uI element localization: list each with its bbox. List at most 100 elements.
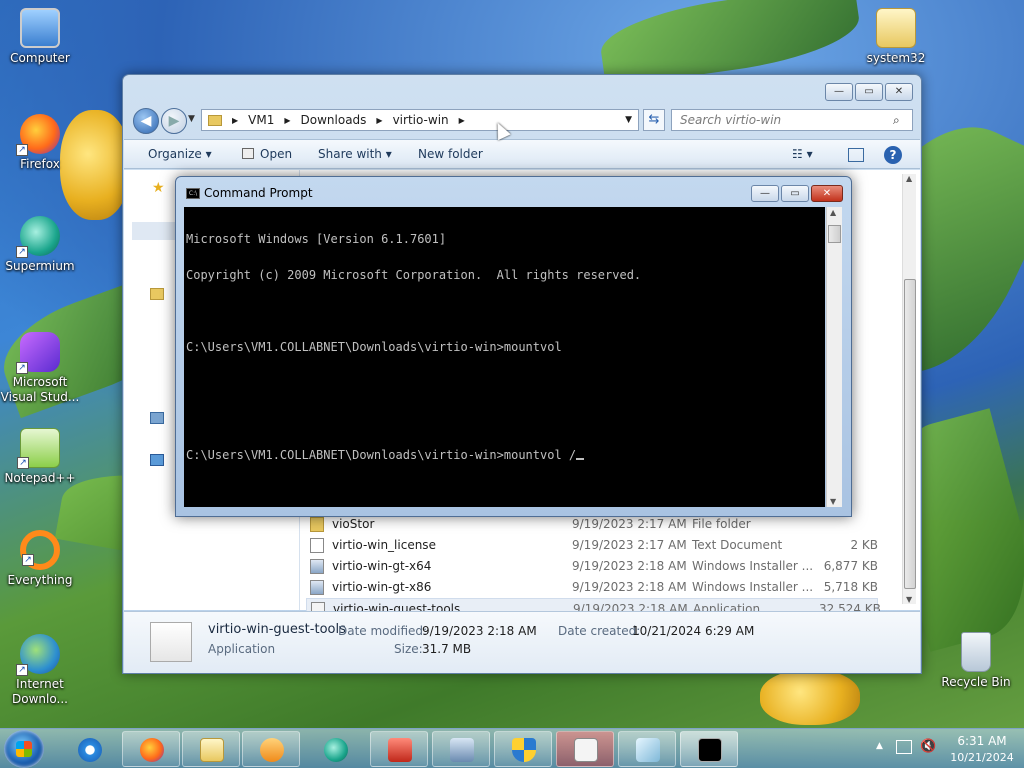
file-row[interactable]: virtio-win_license 9/19/2023 2:17 AM Tex…: [306, 535, 878, 556]
breadcrumb-separator-icon[interactable]: ▶: [232, 116, 238, 125]
network-icon[interactable]: [150, 454, 164, 466]
taskbar-network-app[interactable]: [432, 731, 490, 767]
breadcrumb-separator-icon[interactable]: ▶: [284, 116, 290, 125]
minimize-button[interactable]: —: [825, 83, 853, 101]
console-scrollbar[interactable]: ▲ ▼: [826, 207, 842, 507]
start-button[interactable]: [4, 730, 44, 768]
computer-icon[interactable]: [150, 412, 164, 424]
back-button[interactable]: ◀: [133, 108, 159, 134]
desktop-icon-label: Internet Downlo...: [12, 677, 68, 706]
recent-pages-dropdown[interactable]: ▼: [188, 114, 195, 124]
file-row[interactable]: virtio-win-gt-x86 9/19/2023 2:18 AM Wind…: [306, 577, 878, 598]
desktop-icon-supermium[interactable]: ↗ Supermium: [0, 216, 80, 274]
console-line: Microsoft Windows [Version 6.1.7601]: [186, 232, 447, 246]
taskbar-supermium[interactable]: [306, 731, 364, 767]
text-cursor: [576, 458, 585, 460]
breadcrumb-item[interactable]: Downloads: [301, 113, 367, 127]
taskbar-security-app[interactable]: [494, 731, 552, 767]
close-button[interactable]: ✕: [885, 83, 913, 101]
preview-pane-icon[interactable]: [848, 148, 864, 162]
network-computer-icon: [450, 738, 474, 762]
scrollbar-thumb[interactable]: [904, 279, 916, 589]
maximize-button[interactable]: ▭: [781, 185, 809, 202]
clock-date[interactable]: 10/21/2024: [944, 751, 1020, 764]
taskbar-guest-tools[interactable]: [556, 731, 614, 767]
scroll-down-icon[interactable]: ▼: [830, 497, 836, 506]
file-type: Text Document: [692, 538, 783, 552]
help-icon[interactable]: ?: [884, 146, 902, 164]
details-file-type: Application: [208, 642, 276, 656]
desktop-icon-internet-download-manager[interactable]: ↗ Internet Downlo...: [0, 634, 80, 707]
address-bar[interactable]: ▶ VM1 ▶ Downloads ▶ virtio-win ▶ ▼: [201, 109, 639, 131]
desktop-icon-label: Microsoft Visual Stud...: [0, 375, 80, 404]
view-options-icon[interactable]: ☷ ▾: [792, 147, 813, 161]
breadcrumb-item[interactable]: VM1: [248, 113, 274, 127]
forward-button[interactable]: ▶: [161, 108, 187, 134]
command-prompt-window[interactable]: C:\ Command Prompt — ▭ ✕ Microsoft Windo…: [175, 176, 852, 517]
favorites-star-icon[interactable]: ★: [152, 180, 165, 196]
volume-muted-icon[interactable]: 🔇: [920, 739, 936, 754]
desktop-icon-system32[interactable]: system32: [856, 8, 936, 66]
desktop-icon-computer[interactable]: Computer: [0, 8, 80, 66]
shortcut-arrow-icon: ↗: [16, 144, 28, 156]
scroll-down-icon[interactable]: ▼: [906, 595, 912, 604]
folder-icon: [876, 8, 916, 48]
desktop-icon-everything[interactable]: ↗ Everything: [0, 530, 80, 588]
desktop-icon-visual-studio[interactable]: ↗ Microsoft Visual Stud...: [0, 332, 80, 405]
scrollbar-thumb[interactable]: [828, 225, 841, 243]
toolbox-icon: [388, 738, 412, 762]
open-button[interactable]: Open: [242, 147, 292, 161]
minimize-button[interactable]: —: [751, 185, 779, 202]
console-output[interactable]: Microsoft Windows [Version 6.1.7601] Cop…: [184, 207, 825, 507]
network-icon[interactable]: [896, 740, 912, 754]
desktop-icon-recycle-bin[interactable]: Recycle Bin: [936, 632, 1016, 690]
scroll-up-icon[interactable]: ▲: [906, 174, 912, 183]
window-title: Command Prompt: [204, 186, 313, 200]
details-pane: virtio-win-guest-tools Application Date …: [124, 611, 920, 673]
refresh-button[interactable]: ⇆: [643, 109, 665, 131]
organize-button[interactable]: Organize ▾: [148, 147, 212, 161]
close-button[interactable]: ✕: [811, 185, 843, 202]
taskbar-app[interactable]: [618, 731, 676, 767]
desktop-icon-notepadpp[interactable]: ↗ Notepad++: [0, 428, 80, 486]
new-folder-button[interactable]: New folder: [418, 147, 483, 161]
file-row[interactable]: virtio-win-gt-x64 9/19/2023 2:18 AM Wind…: [306, 556, 878, 577]
installer-icon: [310, 559, 324, 574]
clock-time[interactable]: 6:31 AM: [952, 734, 1012, 748]
breadcrumb-separator-icon[interactable]: ▶: [376, 116, 382, 125]
taskbar-toolbox[interactable]: [370, 731, 428, 767]
file-list-scrollbar[interactable]: ▲ ▼: [902, 174, 916, 604]
search-input[interactable]: Search virtio-win: [671, 109, 913, 131]
console-line: Copyright (c) 2009 Microsoft Corporation…: [186, 268, 642, 282]
maximize-button[interactable]: ▭: [855, 83, 883, 101]
everything-icon: ↗: [20, 530, 60, 570]
details-size-label: Size:: [394, 642, 423, 656]
desktop-icon-label: Recycle Bin: [941, 675, 1011, 689]
windows-logo-icon: [16, 741, 32, 757]
share-with-button[interactable]: Share with ▾: [318, 147, 392, 161]
address-dropdown-icon[interactable]: ▼: [625, 115, 632, 125]
show-hidden-icons-icon[interactable]: ▲: [876, 741, 883, 751]
internet-explorer-icon: [78, 738, 102, 762]
desktop-icon-firefox[interactable]: ↗ Firefox: [0, 114, 80, 172]
breadcrumb-separator-icon[interactable]: ▶: [459, 116, 465, 125]
desktop-icon-label: Everything: [7, 573, 73, 587]
file-row[interactable]: vioStor 9/19/2023 2:17 AM File folder: [306, 514, 878, 535]
libraries-icon[interactable]: [150, 288, 164, 300]
taskbar-command-prompt[interactable]: [680, 731, 738, 767]
desktop-icon-label: Computer: [10, 51, 70, 65]
taskbar-media-player[interactable]: [242, 731, 300, 767]
taskbar-file-explorer[interactable]: [182, 731, 240, 767]
command-bar: Organize ▾ Open Share with ▾ New folder …: [124, 139, 920, 169]
breadcrumb-item[interactable]: virtio-win: [393, 113, 449, 127]
console-input-line[interactable]: C:\Users\VM1.COLLABNET\Downloads\virtio-…: [186, 449, 823, 461]
console-line: C:\Users\VM1.COLLABNET\Downloads\virtio-…: [186, 340, 562, 354]
taskbar-internet-explorer[interactable]: [60, 731, 118, 767]
document-icon: [636, 738, 660, 762]
scroll-up-icon[interactable]: ▲: [830, 208, 836, 217]
search-icon[interactable]: ⌕: [893, 113, 900, 128]
file-date: 9/19/2023 2:18 AM: [572, 559, 687, 573]
file-size: 2 KB: [850, 538, 878, 552]
taskbar-firefox[interactable]: [122, 731, 180, 767]
